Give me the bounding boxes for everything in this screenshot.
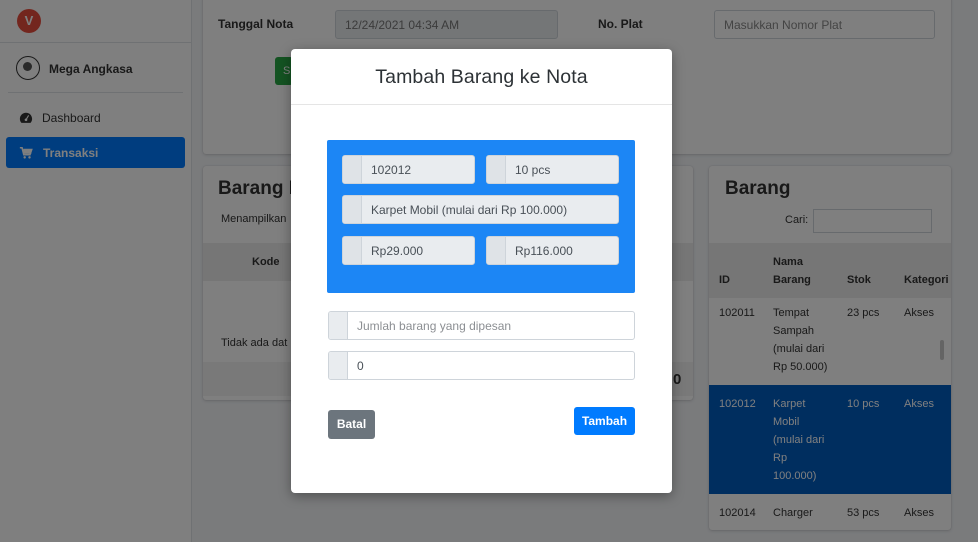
input-addon: [487, 237, 506, 264]
jumlah-barang-placeholder: Jumlah barang yang dipesan: [357, 319, 512, 333]
input-addon: [329, 312, 348, 339]
total-harga-field: Rp116.000: [486, 236, 619, 265]
nama-barang-value: Karpet Mobil (mulai dari Rp 100.000): [371, 203, 568, 217]
diskon-input[interactable]: 0: [328, 351, 635, 380]
input-addon: [343, 237, 362, 264]
tambah-barang-modal: Tambah Barang ke Nota 102012 10 pcs Karp…: [291, 49, 672, 493]
kode-barang-value: 102012: [371, 163, 412, 177]
input-addon: [487, 156, 506, 183]
input-addon: [343, 156, 362, 183]
kode-barang-field: 102012: [342, 155, 475, 184]
harga-value: Rp29.000: [371, 244, 424, 258]
modal-header: Tambah Barang ke Nota: [291, 49, 672, 105]
diskon-value: 0: [357, 359, 364, 373]
tambah-button[interactable]: Tambah: [574, 407, 635, 435]
input-addon: [329, 352, 348, 379]
harga-field: Rp29.000: [342, 236, 475, 265]
stok-field: 10 pcs: [486, 155, 619, 184]
jumlah-barang-input[interactable]: Jumlah barang yang dipesan: [328, 311, 635, 340]
nama-barang-field: Karpet Mobil (mulai dari Rp 100.000): [342, 195, 619, 224]
input-addon: [343, 196, 362, 223]
total-harga-value: Rp116.000: [515, 244, 573, 258]
selected-item-info-box: 102012 10 pcs Karpet Mobil (mulai dari R…: [327, 140, 635, 293]
modal-title: Tambah Barang ke Nota: [375, 66, 588, 88]
stok-value: 10 pcs: [515, 163, 551, 177]
batal-button[interactable]: Batal: [328, 410, 375, 439]
